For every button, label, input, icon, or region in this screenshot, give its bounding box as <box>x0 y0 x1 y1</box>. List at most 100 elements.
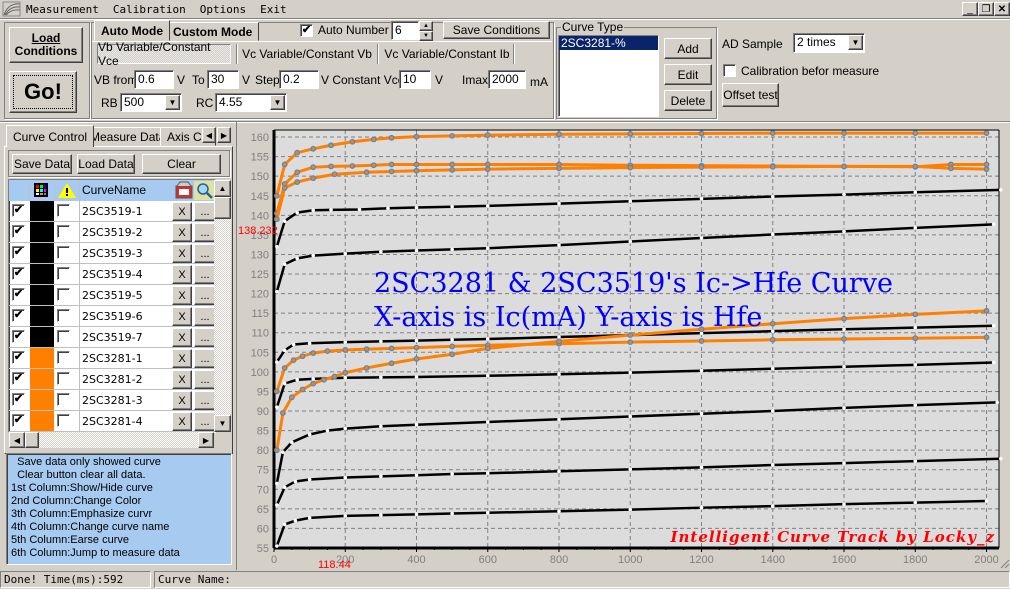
to-input[interactable]: 30 <box>207 70 239 89</box>
curve-name-cell[interactable]: 2SC3519-3 <box>82 247 143 260</box>
curve-color-swatch[interactable] <box>30 264 54 284</box>
erase-curve-button[interactable]: X <box>172 307 192 326</box>
scroll-down-button[interactable]: ▼ <box>214 415 231 432</box>
jump-data-button[interactable]: ... <box>194 223 215 242</box>
curve-name-cell[interactable]: 2SC3519-2 <box>82 226 143 239</box>
curve-color-swatch[interactable] <box>30 348 54 368</box>
emphasize-checkbox[interactable] <box>57 351 70 364</box>
load-conditions-button[interactable]: Load Conditions <box>9 27 83 63</box>
emphasize-checkbox[interactable] <box>57 393 70 406</box>
scroll-right-button[interactable]: ▶ <box>198 432 214 448</box>
erase-curve-button[interactable]: X <box>172 286 192 305</box>
curve-name-cell[interactable]: 2SC3281-1 <box>82 352 143 365</box>
jump-data-button[interactable]: ... <box>194 349 215 368</box>
show-curve-checkbox[interactable]: ✔ <box>12 414 25 427</box>
hfe-chart[interactable]: 55 60 65 70 75 80 85 90 95 100 105 110 115 120 125 130 1… <box>237 122 1010 571</box>
erase-curve-button[interactable]: X <box>172 265 192 284</box>
step-input[interactable]: 0.2 <box>279 70 319 89</box>
curve-type-item[interactable]: 2SC3281-% <box>559 36 658 50</box>
auto-number-input[interactable]: 6 <box>391 21 419 40</box>
emphasize-checkbox[interactable] <box>57 330 70 343</box>
curve-color-swatch[interactable] <box>30 285 54 305</box>
ad-sample-dropdown-icon[interactable]: ▼ <box>848 35 863 50</box>
curve-color-swatch[interactable] <box>30 243 54 263</box>
jump-data-button[interactable]: ... <box>194 244 215 263</box>
tab-scroll-right[interactable]: ▶ <box>217 127 231 143</box>
emphasize-checkbox[interactable] <box>57 288 70 301</box>
menu-calibration[interactable]: Calibration <box>113 3 186 16</box>
erase-curve-button[interactable]: X <box>172 244 192 263</box>
curve-name-cell[interactable]: 2SC3281-3 <box>82 394 143 407</box>
jump-data-button[interactable]: ... <box>194 370 215 389</box>
edit-curve-type-button[interactable]: Edit <box>664 64 712 85</box>
subtab-vc-variable-vb[interactable]: Vc Variable/Constant Vb <box>240 44 374 64</box>
erase-curve-button[interactable]: X <box>172 223 192 242</box>
curve-color-swatch[interactable] <box>30 369 54 389</box>
curve-color-swatch[interactable] <box>30 306 54 326</box>
curve-name-cell[interactable]: 2SC3519-6 <box>82 310 143 323</box>
tab-scroll-left[interactable]: ◀ <box>202 127 216 143</box>
curve-color-swatch[interactable] <box>30 222 54 242</box>
spin-down-button[interactable]: ▼ <box>419 31 433 41</box>
curve-name-cell[interactable]: 2SC3519-1 <box>82 205 143 218</box>
auto-number-checkbox[interactable]: ✔ <box>300 24 313 37</box>
curve-name-cell[interactable]: 2SC3281-2 <box>82 373 143 386</box>
close-button[interactable]: ✕ <box>994 2 1010 16</box>
minimize-button[interactable]: _ <box>962 2 978 16</box>
ad-sample-select[interactable]: 2 times ▼ <box>793 33 865 53</box>
subtab-vb-variable[interactable]: Vb Variable/Constant Vce <box>97 40 231 68</box>
show-curve-checkbox[interactable]: ✔ <box>12 351 25 364</box>
scroll-left-button[interactable]: ◀ <box>9 432 25 448</box>
save-data-button[interactable]: Save Data <box>12 154 72 174</box>
rb-dropdown-icon[interactable]: ▼ <box>165 95 180 110</box>
emphasize-checkbox[interactable] <box>57 372 70 385</box>
hscroll-thumb[interactable] <box>25 432 39 448</box>
imax-input[interactable]: 2000 <box>488 70 526 89</box>
show-curve-checkbox[interactable]: ✔ <box>12 267 25 280</box>
curve-grid[interactable]: CurveName ✔ 2SC3519-1 X... ✔ 2SC3519-2 X... ✔ 2… <box>8 179 216 433</box>
emphasize-checkbox[interactable] <box>57 414 70 427</box>
curve-color-swatch[interactable] <box>30 390 54 410</box>
show-curve-checkbox[interactable]: ✔ <box>12 204 25 217</box>
show-curve-checkbox[interactable]: ✔ <box>12 225 25 238</box>
emphasize-checkbox[interactable] <box>57 246 70 259</box>
grid-hscrollbar[interactable]: ◀ ▶ <box>9 432 214 448</box>
menu-options[interactable]: Options <box>200 3 246 16</box>
erase-curve-button[interactable]: X <box>172 328 192 347</box>
save-conditions-button[interactable]: Save Conditions <box>443 21 550 39</box>
curve-name-cell[interactable]: 2SC3519-7 <box>82 331 143 344</box>
jump-data-button[interactable]: ... <box>194 286 215 305</box>
emphasize-checkbox[interactable] <box>57 225 70 238</box>
erase-curve-button[interactable]: X <box>172 370 192 389</box>
jump-data-button[interactable]: ... <box>194 412 215 431</box>
curve-name-cell[interactable]: 2SC3519-5 <box>82 289 143 302</box>
delete-curve-type-button[interactable]: Delete <box>664 90 712 111</box>
show-curve-checkbox[interactable]: ✔ <box>12 309 25 322</box>
load-data-button[interactable]: Load Data <box>77 154 135 174</box>
rc-dropdown-icon[interactable]: ▼ <box>270 95 285 110</box>
grid-vscrollbar[interactable]: ▲ ▼ <box>214 180 231 432</box>
jump-data-button[interactable]: ... <box>194 307 215 326</box>
add-curve-type-button[interactable]: Add <box>664 38 712 59</box>
menu-measurement[interactable]: Measurement <box>26 3 99 16</box>
curve-name-cell[interactable]: 2SC3519-4 <box>82 268 143 281</box>
erase-curve-button[interactable]: X <box>172 349 192 368</box>
tab-measure-data[interactable]: Measure Data <box>83 127 173 146</box>
curve-color-swatch[interactable] <box>30 411 54 431</box>
resize-grip-icon[interactable] <box>1000 559 1010 569</box>
spin-up-button[interactable]: ▲ <box>419 21 433 31</box>
rb-select[interactable]: 500 ▼ <box>120 93 182 112</box>
curve-type-list[interactable]: 2SC3281-% <box>558 35 659 117</box>
rc-select[interactable]: 4.55 ▼ <box>215 93 287 112</box>
jump-data-button[interactable]: ... <box>194 328 215 347</box>
jump-data-button[interactable]: ... <box>194 202 215 221</box>
tab-custom-mode[interactable]: Custom Mode <box>166 22 260 41</box>
curve-name-cell[interactable]: 2SC3281-4 <box>82 415 143 428</box>
restore-button[interactable]: ❐ <box>978 2 994 16</box>
vce-input[interactable]: 10 <box>399 70 431 89</box>
show-curve-checkbox[interactable]: ✔ <box>12 330 25 343</box>
vb-from-input[interactable]: 0.6 <box>134 70 174 89</box>
show-curve-checkbox[interactable]: ✔ <box>12 372 25 385</box>
offset-test-button[interactable]: Offset test <box>722 83 779 107</box>
erase-curve-button[interactable]: X <box>172 202 192 221</box>
